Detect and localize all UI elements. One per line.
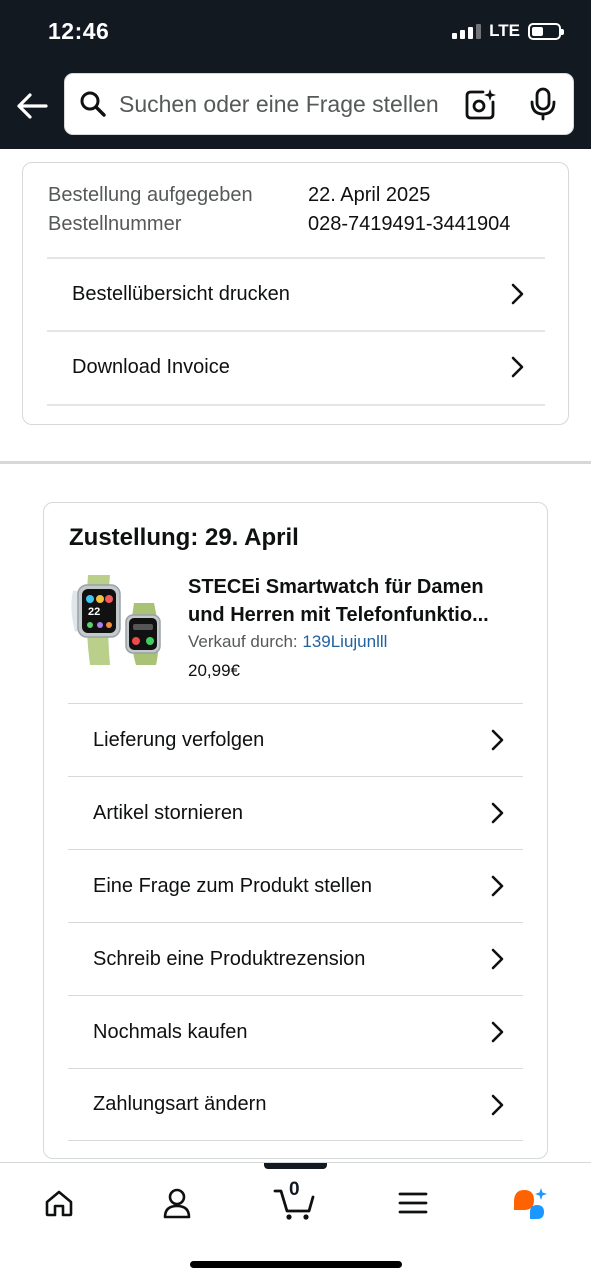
delivery-card: Zustellung: 29. April 22 STECEi Smartwat… xyxy=(43,502,548,1159)
seller-info: Verkauf durch: 139Liujunlll xyxy=(188,632,387,652)
chevron-right-icon xyxy=(491,1021,504,1043)
rufus-ai-icon xyxy=(514,1188,547,1219)
active-tab-indicator xyxy=(264,1163,327,1169)
chevron-right-icon xyxy=(511,356,524,378)
track-delivery-button[interactable]: Lieferung verfolgen xyxy=(68,703,523,776)
chevron-right-icon xyxy=(491,802,504,824)
download-invoice-label: Download Invoice xyxy=(72,355,230,378)
order-number-label: Bestellnummer xyxy=(48,213,182,235)
nav-menu[interactable] xyxy=(391,1183,435,1223)
chevron-right-icon xyxy=(491,948,504,970)
product-price: 20,99€ xyxy=(188,661,240,680)
voice-search-button[interactable] xyxy=(529,87,557,126)
chevron-right-icon xyxy=(491,729,504,751)
chevron-right-icon xyxy=(491,875,504,897)
chevron-right-icon xyxy=(491,1094,504,1115)
home-icon xyxy=(45,1190,73,1217)
ask-question-label: Eine Frage zum Produkt stellen xyxy=(93,874,373,897)
chevron-right-icon xyxy=(511,283,524,305)
cancel-item-button[interactable]: Artikel stornieren xyxy=(68,776,523,849)
search-bar[interactable]: Suchen oder eine Frage stellen xyxy=(64,73,574,135)
search-icon xyxy=(80,91,106,117)
write-review-button[interactable]: Schreib eine Produktrezension xyxy=(68,922,523,995)
download-invoice-link[interactable]: Download Invoice xyxy=(47,331,545,403)
section-divider xyxy=(0,461,591,464)
change-payment-label: Zahlungsart ändern xyxy=(93,1093,267,1115)
product-title-link[interactable]: STECEi Smartwatch für Damen und Herren m… xyxy=(188,573,533,629)
camera-search-button[interactable] xyxy=(463,87,497,126)
seller-link[interactable]: 139Liujunlll xyxy=(302,632,387,651)
buy-again-button[interactable]: Nochmals kaufen xyxy=(68,995,523,1068)
buy-again-label: Nochmals kaufen xyxy=(93,1020,248,1043)
status-time: 12:46 xyxy=(48,18,110,44)
product-title-line2: und Herren mit Telefonfunktio... xyxy=(188,604,489,626)
track-delivery-label: Lieferung verfolgen xyxy=(93,728,265,751)
product-title-line1: STECEi Smartwatch für Damen xyxy=(188,576,484,598)
product-image[interactable]: 22 xyxy=(66,569,166,669)
search-input[interactable]: Suchen oder eine Frage stellen xyxy=(119,91,449,118)
arrow-left-icon xyxy=(17,93,48,119)
print-summary-link[interactable]: Bestellübersicht drucken xyxy=(47,258,545,330)
top-header: 12:46 LTE Suchen oder eine Frage stellen xyxy=(0,0,591,149)
account-icon xyxy=(163,1188,191,1219)
order-date-value: 22. April 2025 xyxy=(308,184,431,206)
network-label: LTE xyxy=(489,21,520,40)
change-payment-button[interactable]: Zahlungsart ändern xyxy=(68,1068,523,1141)
nav-account[interactable] xyxy=(155,1183,199,1223)
battery-icon xyxy=(528,22,564,40)
nav-home[interactable] xyxy=(37,1183,81,1223)
divider xyxy=(47,404,545,406)
order-info-card: Bestellung aufgegeben 22. April 2025 Bes… xyxy=(22,162,569,425)
delivery-date-title: Zustellung: 29. April xyxy=(69,524,299,551)
nav-cart[interactable]: 0 xyxy=(272,1179,318,1223)
microphone-icon xyxy=(530,87,556,121)
order-date-label: Bestellung aufgegeben xyxy=(48,184,253,206)
camera-sparkle-icon xyxy=(465,89,496,120)
ask-question-button[interactable]: Eine Frage zum Produkt stellen xyxy=(68,849,523,922)
order-number-value: 028-7419491-3441904 xyxy=(308,213,511,235)
signal-icon xyxy=(452,23,482,39)
status-indicators: LTE xyxy=(452,21,564,41)
seller-label: Verkauf durch: xyxy=(188,632,298,651)
print-summary-label: Bestellübersicht drucken xyxy=(72,282,290,305)
home-indicator xyxy=(190,1261,402,1268)
nav-rufus[interactable] xyxy=(508,1183,552,1223)
svg-text:22: 22 xyxy=(88,606,100,618)
cancel-item-label: Artikel stornieren xyxy=(93,801,244,824)
back-button[interactable] xyxy=(14,88,50,124)
write-review-label: Schreib eine Produktrezension xyxy=(93,947,366,970)
menu-icon xyxy=(398,1192,428,1214)
cart-count-badge: 0 xyxy=(289,1179,300,1200)
